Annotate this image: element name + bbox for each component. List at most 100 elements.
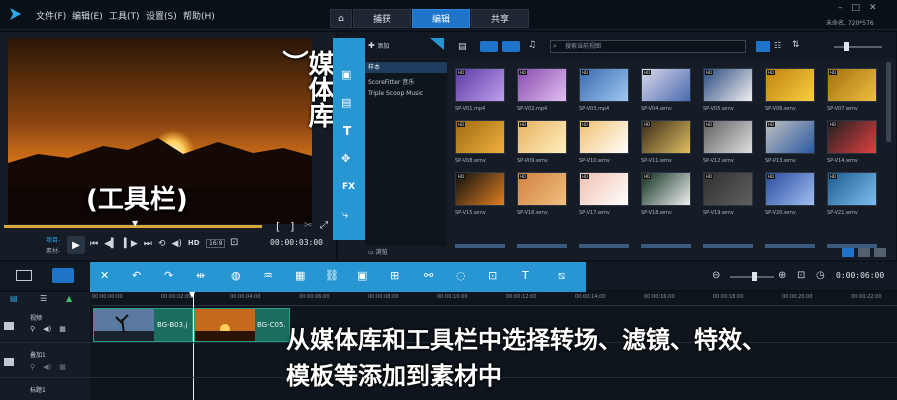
hd-icon[interactable]: HD	[188, 239, 200, 249]
timecode-display[interactable]: 00:00:03:00	[270, 238, 323, 247]
media-filter-video[interactable]	[480, 41, 498, 52]
minimize-icon[interactable]: –	[838, 3, 843, 13]
path-icon[interactable]: ⤷	[342, 208, 348, 222]
media-thumbnail[interactable]: HD	[703, 172, 753, 206]
thumb-size-handle[interactable]	[844, 42, 849, 51]
media-thumbnail[interactable]: HD	[455, 120, 505, 154]
media-thumbnail[interactable]: HD	[517, 68, 567, 102]
maximize-icon[interactable]: □	[852, 3, 861, 13]
menu-settings[interactable]: 设置(S)	[146, 9, 177, 22]
mute-icon[interactable]: ◀)	[43, 363, 51, 371]
repeat-icon[interactable]: ⟲	[158, 239, 166, 249]
media-thumbnail[interactable]: HD	[703, 120, 753, 154]
aspect-ratio-select[interactable]: 16:9	[206, 239, 226, 248]
text-tool-icon[interactable]: T	[522, 269, 529, 282]
ripple-icon[interactable]: ▲	[66, 294, 72, 303]
instant-project-icon[interactable]: ▤	[341, 96, 351, 109]
media-filter-photo[interactable]	[502, 41, 520, 52]
link-icon[interactable]: ⚲	[30, 363, 35, 371]
crop-tool-icon[interactable]: ⊡	[488, 269, 497, 282]
zoom-in-icon[interactable]: ⊕	[778, 270, 786, 281]
media-thumbnail[interactable]: HD	[455, 68, 505, 102]
grid-icon[interactable]: ▦	[59, 363, 66, 371]
zoom-out-icon[interactable]: ⊖	[712, 270, 720, 281]
media-thumbnail-partial[interactable]	[703, 244, 753, 248]
tab-home[interactable]: ⌂	[330, 9, 352, 28]
play-button[interactable]: ▶	[67, 236, 85, 254]
end-frame-icon[interactable]: ⏭	[144, 239, 152, 249]
crop-icon[interactable]: ⊡	[230, 237, 238, 248]
media-thumbnail[interactable]: HD	[579, 172, 629, 206]
media-thumbnail[interactable]: HD	[765, 120, 815, 154]
subtitle-icon[interactable]: ▣	[357, 269, 367, 282]
menu-file[interactable]: 文件(F)	[36, 9, 66, 22]
fit-project-icon[interactable]: ⊡	[797, 270, 805, 281]
media-thumbnail-partial[interactable]	[455, 244, 505, 248]
media-thumbnail[interactable]: HD	[827, 68, 877, 102]
storyboard-view-icon[interactable]	[16, 270, 32, 281]
graphics-icon[interactable]: ✥	[341, 152, 350, 165]
volume-icon[interactable]: ◀)	[171, 239, 181, 249]
media-thumbnail-partial[interactable]	[641, 244, 691, 248]
menu-edit[interactable]: 编辑(E)	[72, 9, 103, 22]
track-options-icon[interactable]: ☰	[40, 294, 47, 303]
media-filter-audio-icon[interactable]: ♫	[528, 40, 536, 50]
media-thumbnail[interactable]: HD	[517, 172, 567, 206]
zoom-slider-handle[interactable]	[752, 272, 757, 281]
options-icon[interactable]	[842, 248, 854, 257]
browse-button[interactable]: ▭ 浏览	[368, 247, 388, 256]
folder-item[interactable]: ScoreFitter 音乐	[368, 77, 414, 86]
folder-item[interactable]: Triple Scoop Music	[368, 90, 423, 97]
tab-capture[interactable]: 捕获	[353, 9, 411, 28]
undo-icon[interactable]: ↶	[132, 269, 141, 282]
media-thumbnail[interactable]: HD	[765, 68, 815, 102]
media-thumbnail[interactable]: HD	[765, 172, 815, 206]
thumb-size-slider[interactable]	[834, 46, 882, 48]
show-all-tracks-icon[interactable]: ▤	[10, 294, 18, 303]
media-thumbnail[interactable]: HD	[703, 68, 753, 102]
motion-tracking-icon[interactable]: ⚯	[424, 269, 433, 282]
timeline-ruler[interactable]: 00:00:00:00 00:00:02:00 00:00:04:00 00:00:0…	[92, 292, 897, 306]
media-thumbnail[interactable]: HD	[641, 68, 691, 102]
project-mode-label[interactable]: 项目-	[46, 235, 60, 244]
enlarge-icon[interactable]: ⤢	[320, 220, 328, 231]
audio-mixer-icon[interactable]: ♒	[263, 269, 273, 282]
add-folder-button[interactable]: ✚ 添加	[368, 41, 389, 50]
redo-icon[interactable]: ↷	[164, 269, 173, 282]
mark-in-icon[interactable]: [	[276, 220, 280, 233]
media-thumbnail[interactable]: HD	[517, 120, 567, 154]
tab-share[interactable]: 共享	[471, 9, 529, 28]
sort-icon[interactable]: ⇅	[792, 40, 800, 50]
view-list-icon[interactable]	[756, 41, 770, 52]
mask-icon[interactable]: ◌	[456, 269, 466, 282]
media-thumbnail[interactable]: HD	[455, 172, 505, 206]
scrubber-handle-icon[interactable]: ▼	[132, 219, 138, 228]
mark-out-icon[interactable]: ]	[290, 220, 294, 233]
layout-icon[interactable]	[874, 248, 886, 257]
title-icon[interactable]: T	[343, 124, 351, 138]
grid-icon[interactable]: ▦	[59, 325, 66, 333]
library-scrollbar[interactable]	[886, 62, 891, 142]
playhead-handle-icon[interactable]: ▼	[189, 290, 195, 299]
tab-edit[interactable]: 编辑	[412, 9, 470, 28]
media-category-icon[interactable]: ▣	[341, 68, 351, 81]
clip-mode-label[interactable]: 素材-	[46, 246, 60, 255]
track-manager-icon[interactable]: ✕	[100, 269, 109, 282]
media-thumbnail-partial[interactable]	[517, 244, 567, 248]
media-thumbnail[interactable]: HD	[579, 68, 629, 102]
timeline-view-icon[interactable]	[52, 268, 74, 283]
media-thumbnail[interactable]: HD	[579, 120, 629, 154]
mute-icon[interactable]: ◀)	[43, 325, 51, 333]
folder-item-selected[interactable]: 样本	[365, 62, 447, 73]
media-thumbnail[interactable]: HD	[827, 172, 877, 206]
fit-icon[interactable]: ⇹	[196, 269, 205, 282]
next-frame-icon[interactable]: ▍▶	[124, 239, 138, 249]
link-icon[interactable]: ⚲	[30, 325, 35, 333]
search-input[interactable]: ⌕ 搜索当前视图	[550, 40, 746, 53]
media-thumbnail[interactable]: HD	[827, 120, 877, 154]
panel-view-icon[interactable]	[858, 248, 870, 257]
menu-tools[interactable]: 工具(T)	[109, 9, 140, 22]
media-thumbnail-partial[interactable]	[765, 244, 815, 248]
view-grid-icon[interactable]: ☷	[774, 41, 781, 50]
fx-icon[interactable]: FX	[342, 182, 355, 192]
